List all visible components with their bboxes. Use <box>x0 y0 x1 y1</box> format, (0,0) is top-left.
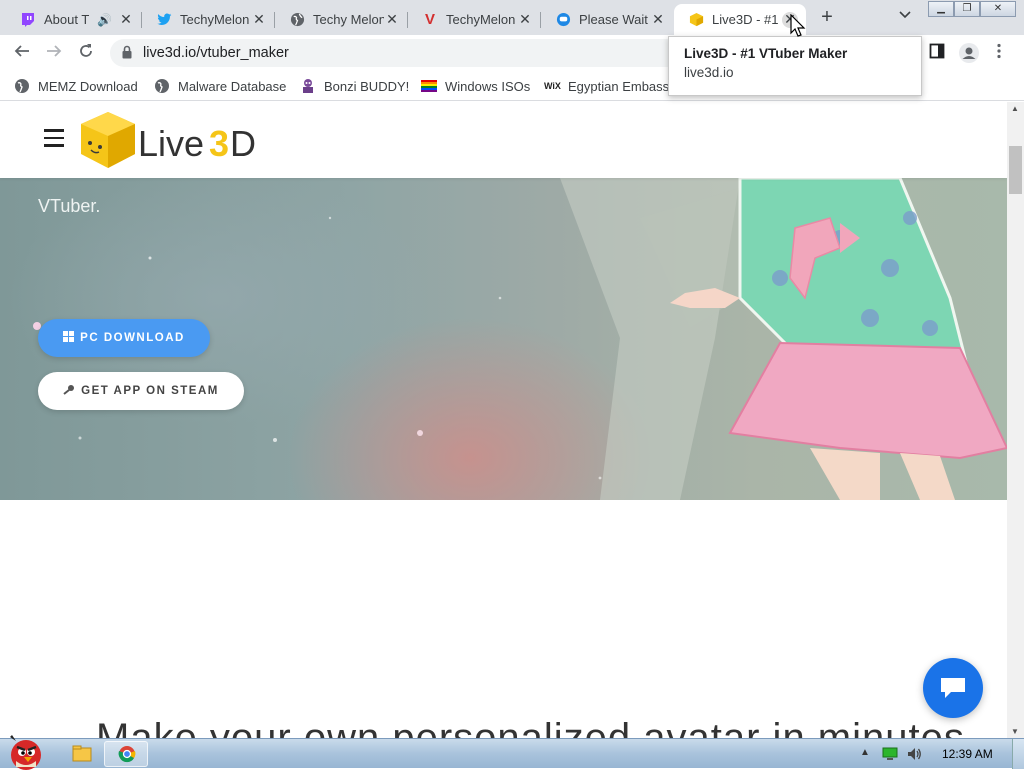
close-icon[interactable]: ✕ <box>251 11 267 28</box>
explorer-folder-icon[interactable] <box>66 741 98 767</box>
bookmark-memz[interactable]: MEMZ Download <box>14 77 138 95</box>
tab-title: TechyMelon <box>446 12 516 27</box>
lock-icon <box>122 45 132 59</box>
close-icon[interactable]: ✕ <box>118 11 134 28</box>
bookmark-label: MEMZ Download <box>38 78 138 94</box>
mouse-cursor-icon <box>790 14 806 37</box>
url-text: live3d.io/vtuber_maker <box>143 45 289 61</box>
pc-download-label: PC DOWNLOAD <box>80 332 185 344</box>
site-header: Live 3 D <box>0 102 1007 178</box>
chat-widget-button[interactable] <box>923 658 983 718</box>
tab-vivaldi[interactable]: V TechyMelon ✕ <box>408 4 541 35</box>
tab-title: About T <box>44 12 90 27</box>
close-window-button[interactable]: ✕ <box>980 1 1016 17</box>
twitter-bird-icon <box>156 12 172 28</box>
network-icon[interactable] <box>882 747 898 766</box>
live3d-cube-icon <box>688 12 704 28</box>
tab-strip: About T 🔊 ✕ TechyMelon ✕ Techy Melon ✕ V… <box>0 0 1024 35</box>
live3d-logo[interactable]: Live 3 D <box>80 110 260 172</box>
svg-text:3: 3 <box>209 123 229 164</box>
back-button[interactable] <box>10 41 34 65</box>
tooltip-domain: live3d.io <box>684 65 734 80</box>
start-button-angry-bird-icon[interactable] <box>2 731 50 771</box>
rainbow-flag-icon <box>421 80 437 92</box>
show-hidden-icons-icon[interactable]: ▲ <box>860 747 870 758</box>
bookmark-label: Bonzi BUDDY! <box>324 78 410 94</box>
bookmark-egyptian-embassy[interactable]: WiX Egyptian Embass <box>544 77 669 95</box>
vivaldi-v-icon: V <box>424 11 435 28</box>
tab-twitch[interactable]: About T 🔊 ✕ <box>6 4 142 35</box>
svg-text:Live: Live <box>138 123 204 164</box>
tab-twitter[interactable]: TechyMelon ✕ <box>142 4 275 35</box>
wix-icon: WiX <box>544 81 561 91</box>
vtuber-character-illustration <box>560 178 1007 500</box>
close-icon[interactable]: ✕ <box>517 11 533 28</box>
page-headline-partial: Make your own personalized avatar in min… <box>96 716 965 738</box>
twitch-icon <box>20 12 36 28</box>
windows-taskbar: ▲ 12:39 AM <box>0 735 1024 770</box>
speaker-icon[interactable]: 🔊 <box>97 13 112 27</box>
globe-icon <box>289 12 305 28</box>
windows-icon <box>63 331 75 345</box>
pc-download-button[interactable]: PC DOWNLOAD <box>38 319 210 357</box>
bookmark-label: Windows ISOs <box>445 78 531 94</box>
reload-button[interactable] <box>74 41 98 65</box>
reading-list-icon[interactable] <box>929 43 949 63</box>
close-icon[interactable]: ✕ <box>384 11 400 28</box>
show-desktop-button[interactable] <box>1012 739 1024 769</box>
bookmark-windows-isos[interactable]: Windows ISOs <box>421 77 530 95</box>
tab-techy-melon[interactable]: Techy Melon ✕ <box>275 4 408 35</box>
globe-icon <box>155 79 169 93</box>
chevron-down-icon[interactable] <box>896 8 914 26</box>
bookmark-label: Malware Database <box>178 78 287 94</box>
web-page: Live 3 D VTuber. PC DOWNLOAD GET APP ON … <box>0 102 1007 738</box>
page-scrollbar[interactable]: ▲ ▼ <box>1007 102 1024 738</box>
tab-live3d[interactable]: Live3D - #1 ✕ <box>674 4 806 35</box>
chat-bubble-icon <box>555 12 571 28</box>
tooltip-title: Live3D - #1 VTuber Maker <box>684 46 848 61</box>
volume-icon[interactable] <box>906 746 922 767</box>
tab-title: Techy Melon <box>313 12 384 27</box>
bonzi-icon <box>303 79 313 93</box>
bookmark-bonzi[interactable]: Bonzi BUDDY! <box>300 77 409 95</box>
steam-label: GET APP ON STEAM <box>81 385 219 397</box>
new-tab-button[interactable]: + <box>817 6 837 28</box>
steam-icon <box>63 384 75 399</box>
svg-text:D: D <box>230 123 256 164</box>
bookmark-label: Egyptian Embass <box>568 78 670 94</box>
globe-icon <box>15 79 29 93</box>
tab-please-wait[interactable]: Please Wait ✕ <box>541 4 674 35</box>
get-app-on-steam-button[interactable]: GET APP ON STEAM <box>38 372 244 410</box>
tab-title: TechyMelon <box>180 12 250 27</box>
taskbar-clock[interactable]: 12:39 AM <box>942 747 993 761</box>
hamburger-menu-icon[interactable] <box>44 129 64 147</box>
hero-subtitle: VTuber. <box>38 196 101 216</box>
close-icon[interactable]: ✕ <box>650 11 666 28</box>
tab-title: Please Wait <box>579 12 648 27</box>
minimize-button[interactable]: ▁ <box>928 1 954 17</box>
maximize-button[interactable]: ❐ <box>954 1 980 17</box>
forward-button[interactable] <box>42 41 66 65</box>
tab-title: Live3D - #1 <box>712 12 779 27</box>
menu-kebab-icon[interactable] <box>996 43 1016 63</box>
profile-avatar-icon[interactable] <box>959 43 979 63</box>
scroll-up-arrow-icon[interactable]: ▲ <box>1011 104 1019 113</box>
chat-icon <box>941 678 965 698</box>
bookmark-malware-db[interactable]: Malware Database <box>154 77 286 95</box>
chrome-taskbar-icon[interactable] <box>104 741 148 767</box>
scroll-thumb[interactable] <box>1009 146 1022 194</box>
scroll-down-arrow-icon[interactable]: ▼ <box>1011 727 1019 736</box>
hero-banner: VTuber. PC DOWNLOAD GET APP ON STEAM <box>0 178 1007 500</box>
tab-hover-tooltip: Live3D - #1 VTuber Maker live3d.io <box>668 36 922 96</box>
